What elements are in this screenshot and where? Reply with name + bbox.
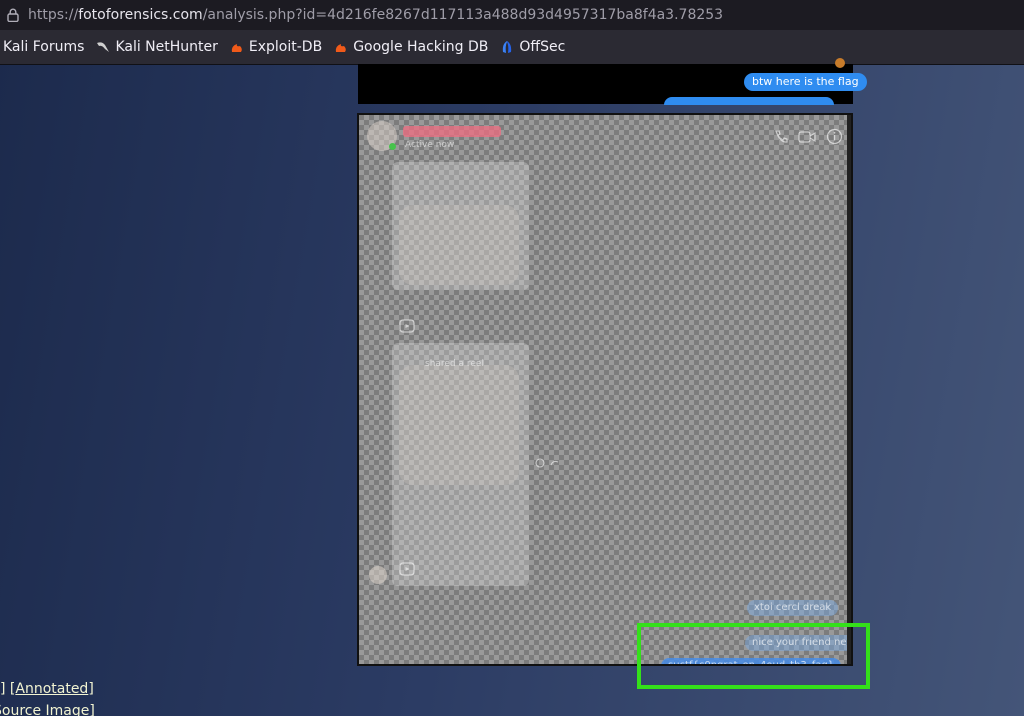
- flag-highlight-box: [637, 623, 870, 689]
- image-content-ghost: [399, 205, 519, 285]
- bookmark-label: Google Hacking DB: [353, 39, 489, 55]
- ghdb-icon: [334, 40, 348, 54]
- source-suffix: ]: [89, 703, 95, 716]
- video-call-icon: [798, 129, 816, 145]
- bookmark-kali-forums[interactable]: Kali Forums: [0, 39, 84, 55]
- bookmark-kali-nethunter[interactable]: Kali NetHunter: [96, 39, 218, 55]
- image-scrollbar: [847, 115, 851, 664]
- flag-message-bubble: btw here is the flag: [744, 73, 867, 91]
- small-avatar: [369, 566, 387, 584]
- shared-label: shared a reel: [425, 359, 484, 369]
- reaction-dot: [835, 58, 845, 68]
- bookmark-offsec[interactable]: OffSec: [500, 39, 565, 55]
- info-icon: [826, 128, 843, 145]
- status-text: Active now: [405, 140, 455, 150]
- reel-icon: [399, 318, 415, 334]
- bookmark-exploit-db[interactable]: Exploit-DB: [230, 39, 322, 55]
- nethunter-icon: [96, 40, 110, 54]
- phone-icon: [773, 129, 789, 145]
- bookmark-label: Kali Forums: [3, 39, 85, 55]
- online-indicator: [389, 143, 396, 150]
- redacted-username: [403, 126, 501, 137]
- url-path: /analysis.php?id=4d216fe8267d117113a488d…: [202, 7, 724, 23]
- url-host: fotoforensics.com: [78, 7, 203, 23]
- cut-message-bubble: [664, 97, 834, 105]
- bookmark-label: Kali NetHunter: [115, 39, 218, 55]
- source-line: Source Image]: [0, 703, 95, 716]
- reel-icon-2: [399, 561, 415, 577]
- message-bubble-1: xtoi cercl dreak: [747, 600, 839, 616]
- annotated-suffix: ]: [88, 681, 94, 697]
- bookmarks-toolbar: Kali Forums Kali NetHunter Exploit-DB Go…: [0, 30, 1024, 65]
- annotated-line: ] [Annotated]: [0, 681, 94, 697]
- bookmark-label: Exploit-DB: [248, 39, 323, 55]
- bookmark-google-hacking-db[interactable]: Google Hacking DB: [334, 39, 488, 55]
- annotated-link[interactable]: Annotated: [15, 681, 88, 697]
- emoji-react-icon: [535, 457, 561, 469]
- source-image-link[interactable]: Source Image: [0, 703, 89, 716]
- original-image-strip: btw here is the flag: [358, 58, 867, 105]
- url-scheme: https://: [28, 7, 79, 23]
- offsec-icon: [500, 40, 514, 54]
- bookmark-label: OffSec: [519, 39, 566, 55]
- annotated-prefix: ] [: [0, 681, 16, 697]
- exploit-db-icon: [230, 40, 244, 54]
- lock-icon: [4, 6, 22, 24]
- reel-content-ghost: [399, 365, 519, 485]
- ela-analysis-image: Active now shared a reel xtoi cercl drea…: [357, 113, 853, 666]
- address-bar[interactable]: https://fotoforensics.com/analysis.php?i…: [0, 0, 1024, 30]
